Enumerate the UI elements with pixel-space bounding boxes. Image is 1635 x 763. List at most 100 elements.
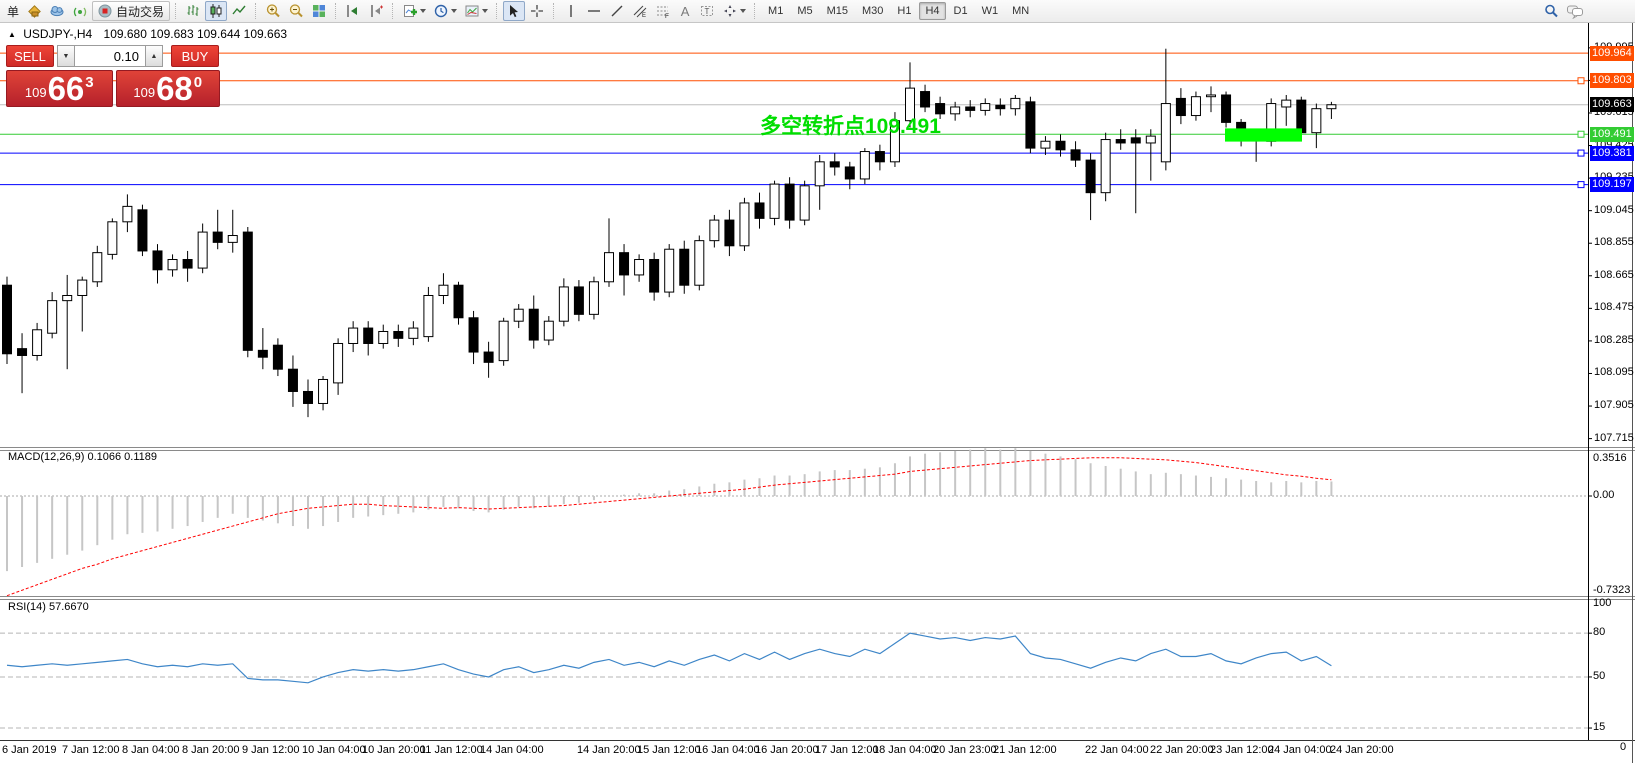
time-axis-label: 24 Jan 20:00 xyxy=(1330,744,1394,756)
time-axis-label: 22 Jan 20:00 xyxy=(1150,744,1214,756)
search-icon[interactable] xyxy=(1540,1,1562,21)
price-tick-label: 107.715 xyxy=(1594,432,1634,444)
toolbar-separator xyxy=(255,3,257,19)
trendline-tool-icon[interactable] xyxy=(606,1,628,21)
price-tick-label: 108.095 xyxy=(1594,366,1634,378)
buy-price-button[interactable]: 109 68 0 xyxy=(116,70,221,107)
toolbar-separator xyxy=(392,3,394,19)
sell-price-button[interactable]: 109 66 3 xyxy=(6,70,113,107)
chart-shift-icon[interactable] xyxy=(365,1,387,21)
sell-price-pipette: 3 xyxy=(85,74,93,91)
time-axis-label: 8 Jan 04:00 xyxy=(122,744,180,756)
volume-stepper: ▼ 0.10 ▲ xyxy=(57,45,163,67)
time-axis-label: 21 Jan 12:00 xyxy=(993,744,1057,756)
time-axis-label: 9 Jan 12:00 xyxy=(242,744,300,756)
chevron-down-icon xyxy=(451,9,457,13)
volume-input[interactable]: 0.10 xyxy=(75,45,145,67)
svg-text:E: E xyxy=(642,13,646,19)
volume-down-button[interactable]: ▼ xyxy=(57,45,75,67)
zoom-in-icon[interactable] xyxy=(262,1,284,21)
time-axis-label: 14 Jan 20:00 xyxy=(577,744,641,756)
horizontal-line-tool-icon[interactable] xyxy=(583,1,605,21)
time-axis-label: 18 Jan 04:00 xyxy=(873,744,937,756)
tab-timeframe-d1[interactable]: D1 xyxy=(948,2,974,20)
price-flag: 109.663 xyxy=(1590,97,1634,112)
auto-scroll-icon[interactable] xyxy=(342,1,364,21)
crosshair-icon[interactable] xyxy=(526,1,548,21)
tab-timeframe-mn[interactable]: MN xyxy=(1006,2,1035,20)
price-tick-label: 109.045 xyxy=(1594,204,1634,216)
chat-icon[interactable] xyxy=(1563,1,1587,21)
line-chart-icon[interactable] xyxy=(228,1,250,21)
tab-timeframe-m15[interactable]: M15 xyxy=(821,2,854,20)
price-flag: 109.197 xyxy=(1590,177,1634,192)
timeframe-list: M1M5M15M30H1H4D1W1MN xyxy=(761,2,1036,20)
price-tick-label: 107.905 xyxy=(1594,399,1634,411)
template-icon[interactable] xyxy=(461,1,491,21)
fibonacci-tool-icon[interactable]: F xyxy=(652,1,674,21)
text-tool-icon[interactable]: A xyxy=(675,1,695,21)
tab-timeframe-h1[interactable]: H1 xyxy=(891,2,917,20)
period-icon[interactable] xyxy=(430,1,460,21)
time-axis-label: 8 Jan 20:00 xyxy=(182,744,240,756)
label-tool-icon[interactable]: T xyxy=(696,1,718,21)
new-order-button[interactable]: 单 xyxy=(4,3,22,20)
macd-tick-label: 0.3516 xyxy=(1593,452,1627,464)
autotrade-label: 自动交易 xyxy=(116,3,164,20)
chart-title: ▲ USDJPY-,H4 109.680 109.683 109.644 109… xyxy=(8,27,287,41)
time-axis-label: 22 Jan 04:00 xyxy=(1085,744,1149,756)
tile-windows-icon[interactable] xyxy=(308,1,330,21)
seal-icon[interactable] xyxy=(23,1,45,21)
volume-up-button[interactable]: ▲ xyxy=(145,45,163,67)
tab-timeframe-m5[interactable]: M5 xyxy=(791,2,818,20)
toolbar-separator xyxy=(335,3,337,19)
price-tick-label: 108.855 xyxy=(1594,236,1634,248)
cloud-upload-icon[interactable] xyxy=(46,1,68,21)
zoom-out-icon[interactable] xyxy=(285,1,307,21)
tab-timeframe-m30[interactable]: M30 xyxy=(856,2,889,20)
rsi-tick-label: 100 xyxy=(1593,597,1611,609)
tab-timeframe-h4[interactable]: H4 xyxy=(919,2,945,20)
arrows-tool-icon[interactable] xyxy=(719,1,749,21)
time-axis-label: 6 Jan 2019 xyxy=(2,744,56,756)
toolbar-separator xyxy=(553,3,555,19)
svg-text:T: T xyxy=(705,7,710,16)
price-flag: 109.491 xyxy=(1590,127,1634,142)
macd-tick-label: -0.7323 xyxy=(1593,584,1630,596)
svg-text:F: F xyxy=(665,13,669,19)
one-click-trading-panel: SELL ▼ 0.10 ▲ BUY 109 66 3 109 68 0 xyxy=(6,45,220,107)
chart-symbol: USDJPY-,H4 xyxy=(23,27,92,41)
add-indicator-icon[interactable] xyxy=(399,1,429,21)
time-axis-label: 23 Jan 12:00 xyxy=(1210,744,1274,756)
time-axis-label: 10 Jan 04:00 xyxy=(302,744,366,756)
equidistant-channel-tool-icon[interactable]: E xyxy=(629,1,651,21)
time-axis-label: 16 Jan 04:00 xyxy=(696,744,760,756)
axis-corner-text: 0 xyxy=(1620,741,1626,753)
buy-button[interactable]: BUY xyxy=(171,45,219,67)
chart-ohlc: 109.680 109.683 109.644 109.663 xyxy=(104,27,288,41)
candlestick-chart-icon[interactable] xyxy=(205,1,227,21)
time-axis-label: 7 Jan 12:00 xyxy=(62,744,120,756)
autotrade-stop-icon xyxy=(98,4,112,18)
price-flag: 109.381 xyxy=(1590,146,1634,161)
one-click-collapse-icon[interactable]: ▲ xyxy=(8,30,16,39)
price-flag: 109.803 xyxy=(1590,73,1634,88)
rsi-tick-label: 50 xyxy=(1593,670,1605,682)
tab-timeframe-w1[interactable]: W1 xyxy=(976,2,1005,20)
toolbar-separator xyxy=(175,3,177,19)
chevron-down-icon xyxy=(740,9,746,13)
sell-button[interactable]: SELL xyxy=(6,45,54,67)
time-axis-label: 10 Jan 20:00 xyxy=(362,744,426,756)
signal-icon[interactable] xyxy=(69,1,91,21)
vertical-line-tool-icon[interactable] xyxy=(560,1,582,21)
pivot-annotation[interactable]: 多空转折点109.491 xyxy=(760,110,941,140)
autotrade-button[interactable]: 自动交易 xyxy=(92,1,170,21)
tab-timeframe-m1[interactable]: M1 xyxy=(762,2,789,20)
time-axis-label: 15 Jan 12:00 xyxy=(637,744,701,756)
toolbar-separator xyxy=(754,3,756,19)
cursor-icon[interactable] xyxy=(503,1,525,21)
chevron-down-icon xyxy=(482,9,488,13)
price-tick-label: 108.285 xyxy=(1594,334,1634,346)
toolbar: 单 自动交易 xyxy=(0,0,1635,23)
bar-chart-icon[interactable] xyxy=(182,1,204,21)
